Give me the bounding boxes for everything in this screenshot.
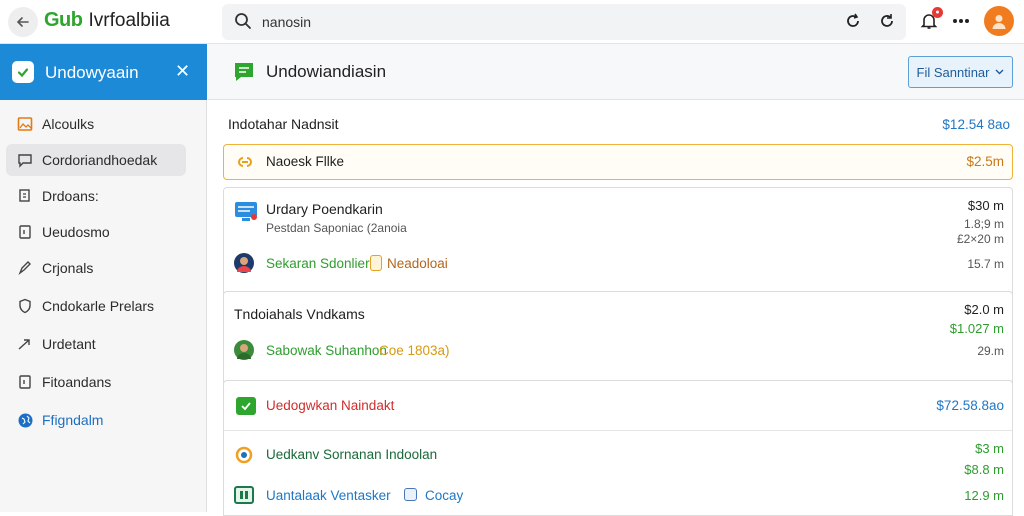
top-bar: Gub Ivrfoalbiia nanosin ● [0,0,1024,44]
list-label: Uedkanv Sornanan Indoolan [266,447,438,462]
card-title: Uedogwkan Naindakt [266,398,395,413]
card2-value-2: 29.m [977,344,1004,358]
card-subtitle: Pestdan Saponiac (2anoia [266,221,407,235]
main-panel: Undowiandiasin Fil Sanntinar Indotahar N… [208,44,1024,516]
more-dots-icon [953,19,969,23]
chevron-down-icon [995,69,1004,75]
list-label: Uantalaak Ventasker [266,488,391,503]
card-value-1: 1.8;9 m [963,217,1004,231]
sidebar-item-5[interactable]: Cndokarle Prelars [6,290,186,322]
arrow-left-icon [16,17,29,27]
sidebar-item-2[interactable]: Drdoans: [6,180,186,212]
highlight-value: $2.5m [966,154,1004,169]
file-icon [6,224,42,240]
card-title: Tndoiahals Vndkams [234,306,365,322]
user-avatar[interactable] [984,6,1014,36]
sidebar-item-label: Ffigndalm [42,412,104,428]
search-input[interactable]: nanosin [262,14,311,30]
highlight-card[interactable]: Naoesk Fllke $2.5m [223,144,1013,180]
card-value-0: $30 m [967,198,1004,213]
card2-value-0: $2.0 m [964,302,1004,317]
sidebar-item-label: Drdoans: [42,188,99,204]
card-value-2: £2×20 m [956,232,1004,246]
sidebar-item-label: Crjonals [42,260,94,276]
monitor-icon [235,202,257,221]
sidebar-item-8[interactable]: Ffigndalm [6,404,186,436]
person-name: Sekaran Sdonlier [266,256,370,271]
grid-icon [234,486,254,504]
logo-mark: Gub [44,9,83,31]
person-avatar [234,340,254,360]
sync-button[interactable] [842,10,864,32]
message-icon [235,63,253,81]
copy-icon [6,188,42,204]
search-bar[interactable]: nanosin [222,4,906,40]
list-item[interactable]: Uedkanv Sornanan Indoolan $3 m $8.8 m [224,431,1012,477]
person-name: Sabowak Suhanhon [266,343,387,358]
refresh-circle-icon [235,446,253,464]
sidebar-item-1[interactable]: Cordoriandhoedak [6,144,186,176]
list-tag: Cocay [425,488,464,503]
sidebar-item-0[interactable]: Alcoulks [6,108,186,140]
sidebar-item-7[interactable]: Fitoandans [6,366,186,398]
arrow-icon [6,336,42,352]
filter-dropdown[interactable]: Fil Sanntinar [908,56,1013,88]
sidebar: Undowyaain ✕ Alcoulks Cordoriandhoedak D… [0,44,207,512]
more-button[interactable] [950,10,972,32]
summary-value: $12.54 8ao [942,117,1010,132]
box-icon [404,488,417,501]
filter-label: Fil Sanntinar [916,64,990,80]
logo-text: Ivrfoalbiia [88,9,170,31]
tag-label: Neadoloai [387,256,448,271]
sidebar-header: Undowyaain ✕ [0,44,207,100]
list-value: 12.9 m [964,488,1004,503]
sidebar-title: Undowyaain [45,63,139,82]
link-icon [238,157,252,167]
sidebar-item-4[interactable]: Crjonals [6,252,186,284]
tag-label: Coe 1803a) [379,343,450,358]
card3-value: $72.58.8ao [936,398,1004,413]
sidebar-item-6[interactable]: Urdetant [6,328,186,360]
list-value-0: $3 m [975,441,1004,456]
pen-icon [6,260,42,276]
tag-icon [370,255,382,271]
results-list: Uedkanv Sornanan Indoolan $3 m $8.8 m Ua… [223,430,1013,516]
sidebar-item-label: Alcoulks [42,116,95,132]
main-header: Undowiandiasin Fil Sanntinar [208,44,1024,100]
person-avatar [234,253,254,273]
sidebar-item-label: Cordoriandhoedak [42,152,158,168]
result-card-3[interactable]: Uedogwkan Naindakt $72.58.8ao [223,380,1013,430]
user-icon [992,15,1006,29]
notifications-button[interactable]: ● [918,7,943,32]
sync-icon [847,13,859,27]
shield-icon [6,298,42,314]
chat-icon [6,152,42,168]
check-icon [236,397,256,415]
globe-icon [6,412,42,429]
sidebar-item-label: Ueudosmo [42,224,110,240]
summary-row[interactable]: Indotahar Nadnsit $12.54 8ao [228,116,1012,136]
card-title: Urdary Poendkarin [266,201,383,217]
image-icon [6,116,42,132]
card2-value-1: $1.027 m [949,321,1004,336]
sidebar-item-3[interactable]: Ueudosmo [6,216,186,248]
search-icon [235,13,251,29]
sidebar-item-label: Urdetant [42,336,96,352]
close-icon[interactable]: ✕ [175,62,190,80]
page-title: Undowiandiasin [266,62,387,81]
app-logo[interactable]: Gub Ivrfoalbiia [44,9,170,32]
list-item[interactable]: Uantalaak Ventasker Cocay 12.9 m [224,475,1012,515]
summary-label: Indotahar Nadnsit [228,116,339,132]
sidebar-logo-icon [12,61,34,83]
back-button[interactable] [8,7,38,37]
sidebar-item-label: Cndokarle Prelars [42,298,155,314]
refresh-icon [881,14,893,27]
refresh-button[interactable] [876,10,898,32]
sidebar-item-label: Fitoandans [42,374,112,390]
card-value-3: 15.7 m [967,257,1004,271]
notification-dot: ● [932,7,943,18]
highlight-label: Naoesk Fllke [266,154,345,169]
document-icon [6,374,42,390]
